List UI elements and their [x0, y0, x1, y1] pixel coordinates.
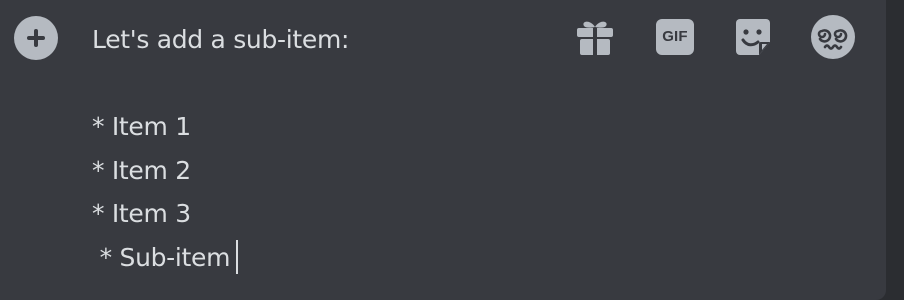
message-composer: Let's add a sub-item: * Item 1 * Item 2 … — [0, 0, 886, 300]
message-line: * Item 2 — [92, 155, 191, 185]
message-line-current: * Sub-item — [92, 236, 552, 280]
gif-icon: GIF — [656, 19, 694, 55]
message-input[interactable]: Let's add a sub-item: * Item 1 * Item 2 … — [92, 18, 552, 279]
sticker-icon — [736, 19, 770, 55]
emoji-button[interactable] — [810, 14, 856, 60]
gift-icon — [577, 21, 613, 55]
plus-icon — [27, 29, 45, 47]
gift-button[interactable] — [572, 14, 618, 60]
text-caret — [236, 239, 239, 274]
gif-button[interactable]: GIF — [652, 14, 698, 60]
message-line-text: * Sub-item — [92, 242, 231, 272]
message-line: * Item 3 — [92, 199, 191, 228]
sticker-button[interactable] — [731, 14, 777, 60]
message-line: Let's add a sub-item: — [92, 25, 350, 54]
message-line: * Item 1 — [92, 112, 191, 141]
message-line-blank — [92, 62, 552, 106]
attach-button[interactable] — [14, 16, 58, 60]
dizzy-face-emoji-icon — [811, 15, 855, 59]
